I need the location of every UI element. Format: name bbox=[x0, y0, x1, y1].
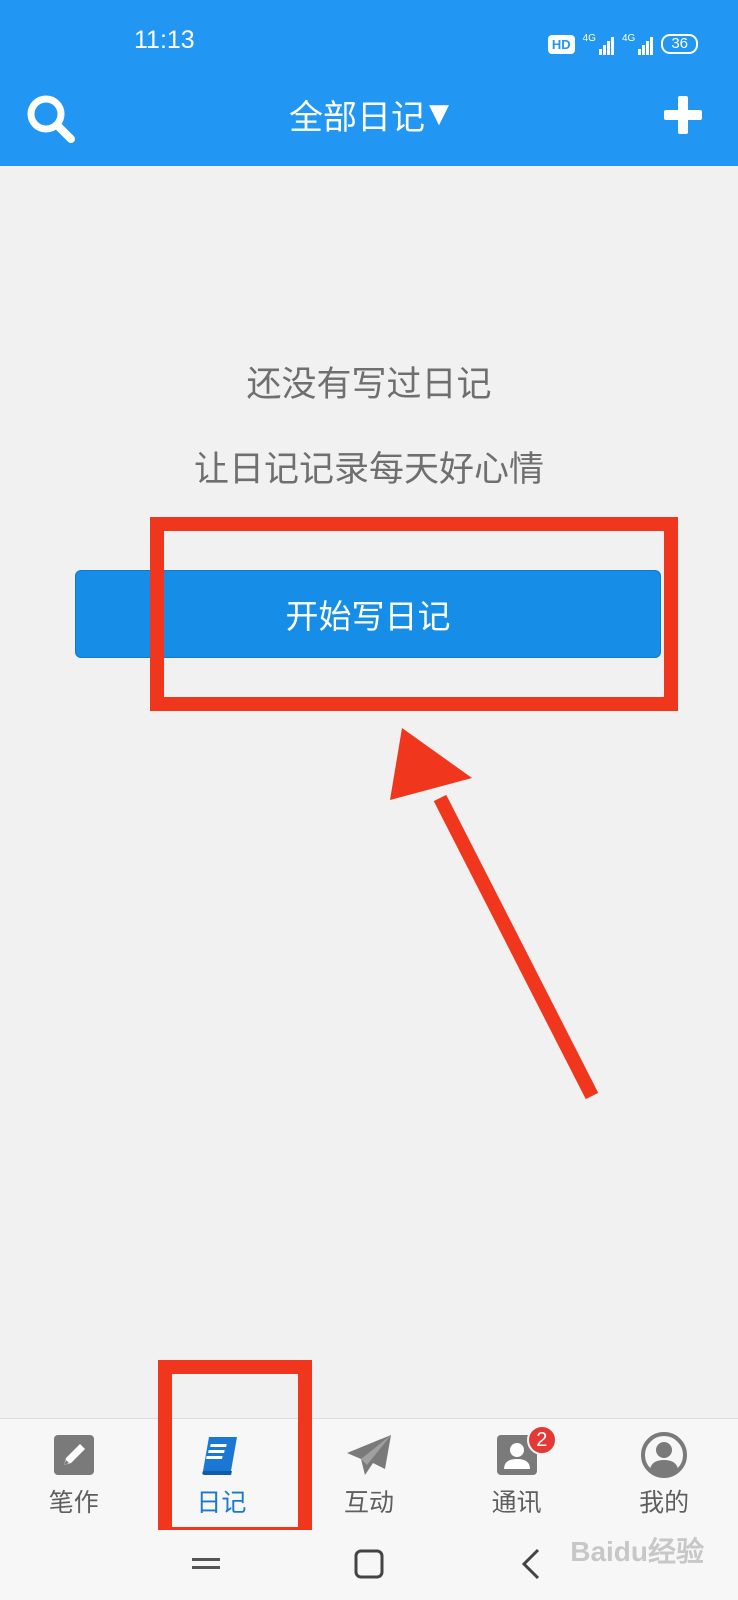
back-button[interactable] bbox=[512, 1544, 552, 1584]
nav-item-diary[interactable]: 日记 bbox=[148, 1419, 296, 1530]
nav-label: 通讯 bbox=[491, 1488, 542, 1517]
dropdown-caret-icon: ▼ bbox=[429, 99, 449, 129]
network-type-label: 4G bbox=[582, 33, 596, 44]
nav-item-interact[interactable]: 互动 bbox=[295, 1419, 443, 1530]
user-icon bbox=[641, 1432, 688, 1478]
paper-plane-icon bbox=[346, 1435, 391, 1475]
top-app-bar: 11:13 HD 4G 4G 36 全部日记 ▼ bbox=[0, 0, 738, 166]
signal-icon: 4G bbox=[621, 33, 654, 55]
signal-icon: 4G bbox=[583, 33, 614, 55]
home-button[interactable] bbox=[349, 1544, 389, 1584]
book-icon bbox=[202, 1437, 238, 1475]
bottom-navigation: 笔作 日记 互动 2 通讯 我的 bbox=[0, 1418, 738, 1530]
notification-badge: 2 bbox=[526, 1425, 557, 1455]
start-writing-button[interactable]: 开始写日记 bbox=[75, 570, 661, 658]
status-time: 11:13 bbox=[134, 26, 195, 54]
nav-item-contacts[interactable]: 2 通讯 bbox=[443, 1419, 591, 1530]
menu-button[interactable] bbox=[186, 1544, 226, 1584]
menu-icon bbox=[192, 1558, 220, 1569]
back-icon bbox=[521, 1548, 540, 1580]
empty-state-subtitle: 让日记记录每天好心情 bbox=[193, 450, 544, 490]
nav-item-write[interactable]: 笔作 bbox=[0, 1419, 148, 1530]
nav-label: 日记 bbox=[196, 1488, 247, 1517]
empty-state-title: 还没有写过日记 bbox=[246, 365, 492, 405]
page-title: 全部日记 bbox=[289, 97, 425, 138]
battery-indicator: 36 bbox=[661, 34, 698, 54]
diary-filter-dropdown[interactable]: 全部日记 ▼ bbox=[0, 88, 738, 140]
plus-icon bbox=[664, 96, 702, 134]
annotation-arrow bbox=[390, 728, 599, 1100]
nav-label: 我的 bbox=[639, 1488, 690, 1517]
network-type-label: 4G bbox=[621, 33, 636, 44]
nav-label: 互动 bbox=[343, 1488, 394, 1517]
home-icon bbox=[354, 1549, 384, 1579]
add-button[interactable] bbox=[662, 94, 704, 136]
hd-badge: HD bbox=[547, 34, 575, 54]
nav-label: 笔作 bbox=[48, 1488, 99, 1517]
nav-item-me[interactable]: 我的 bbox=[590, 1419, 738, 1530]
pencil-icon bbox=[53, 1435, 94, 1475]
status-indicators: HD 4G 4G 36 bbox=[547, 30, 698, 58]
watermark: Baidu经验 bbox=[570, 1536, 704, 1567]
system-navigation-bar: Baidu经验 bbox=[0, 1530, 738, 1600]
